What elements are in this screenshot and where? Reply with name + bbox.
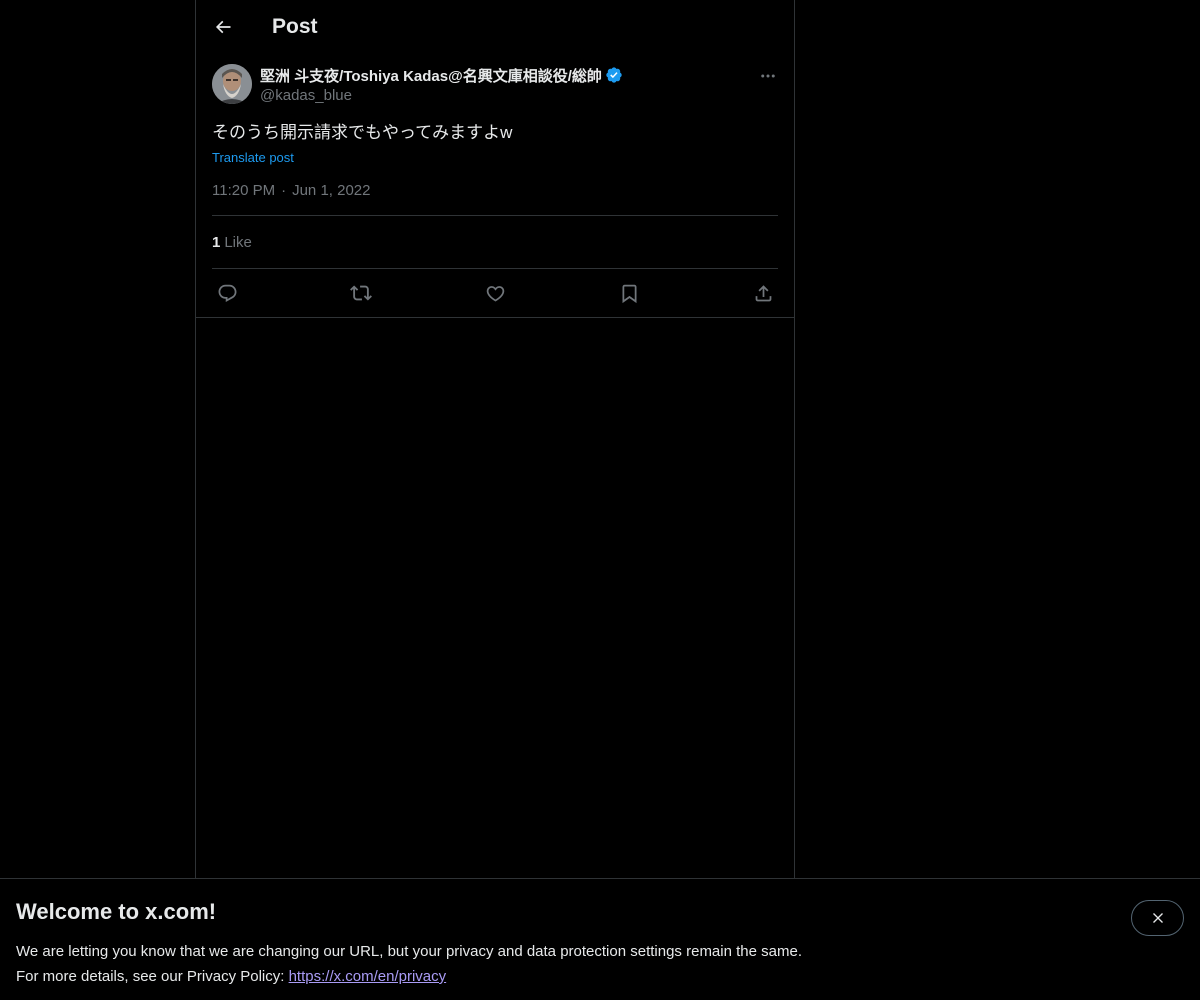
welcome-banner: Welcome to x.com! We are letting you kno…: [0, 878, 1200, 1000]
heart-icon: [486, 285, 504, 302]
display-name-row: 堅洲 斗支夜/Toshiya Kadas@名興文庫相談役/総帥: [260, 64, 623, 86]
post-date[interactable]: Jun 1, 2022: [292, 182, 370, 199]
likes-summary[interactable]: 1 Like: [212, 216, 778, 269]
reply-button[interactable]: [216, 282, 238, 304]
post-time[interactable]: 11:20 PM: [212, 182, 275, 199]
page-header: Post: [196, 0, 794, 54]
close-banner-button[interactable]: [1131, 900, 1184, 936]
banner-title: Welcome to x.com!: [16, 899, 217, 924]
more-horizontal-icon: [761, 74, 775, 78]
display-name[interactable]: 堅洲 斗支夜/Toshiya Kadas@名興文庫相談役/総帥: [260, 65, 602, 86]
like-button[interactable]: [484, 282, 506, 304]
verified-badge-icon[interactable]: [605, 66, 623, 84]
bookmark-button[interactable]: [618, 282, 640, 304]
reply-icon: [218, 284, 236, 302]
banner-text: We are letting you know that we are chan…: [16, 939, 1184, 989]
repost-icon: [350, 285, 372, 301]
like-label: Like: [224, 233, 252, 251]
timestamp: 11:20 PM · Jun 1, 2022: [212, 182, 778, 216]
like-count: 1: [212, 233, 221, 251]
action-bar: [212, 269, 778, 317]
author-info: 堅洲 斗支夜/Toshiya Kadas@名興文庫相談役/総帥 @kadas_b…: [260, 64, 623, 106]
arrow-left-icon: [215, 20, 231, 34]
banner-line-2: For more details, see our Privacy Policy…: [16, 964, 1184, 989]
repost-button[interactable]: [350, 282, 372, 304]
back-button[interactable]: [212, 16, 234, 38]
user-handle[interactable]: @kadas_blue: [260, 86, 623, 106]
more-button[interactable]: [758, 66, 778, 86]
close-icon: [1152, 913, 1163, 923]
separator-dot: ·: [281, 182, 287, 199]
translate-post-link[interactable]: Translate post: [212, 150, 294, 165]
privacy-policy-link[interactable]: https://x.com/en/privacy: [289, 968, 447, 985]
page-title: Post: [272, 15, 318, 38]
post-detail: 堅洲 斗支夜/Toshiya Kadas@名興文庫相談役/総帥 @kadas_b…: [196, 54, 794, 317]
avatar[interactable]: [212, 64, 252, 104]
banner-line-2-prefix: For more details, see our Privacy Policy…: [16, 968, 289, 985]
share-button[interactable]: [752, 282, 774, 304]
main-column: Post 堅洲 斗支夜/Toshiya Kadas@名興文庫相談役/総帥 @ka…: [195, 0, 795, 878]
post-text: そのうち開示請求でもやってみますよw: [212, 123, 513, 142]
banner-line-1: We are letting you know that we are chan…: [16, 943, 802, 960]
bookmark-icon: [622, 284, 636, 303]
author-row: 堅洲 斗支夜/Toshiya Kadas@名興文庫相談役/総帥 @kadas_b…: [212, 64, 778, 108]
post-bottom-divider: [196, 317, 794, 318]
share-icon: [755, 284, 771, 301]
avatar-image: [212, 64, 252, 104]
